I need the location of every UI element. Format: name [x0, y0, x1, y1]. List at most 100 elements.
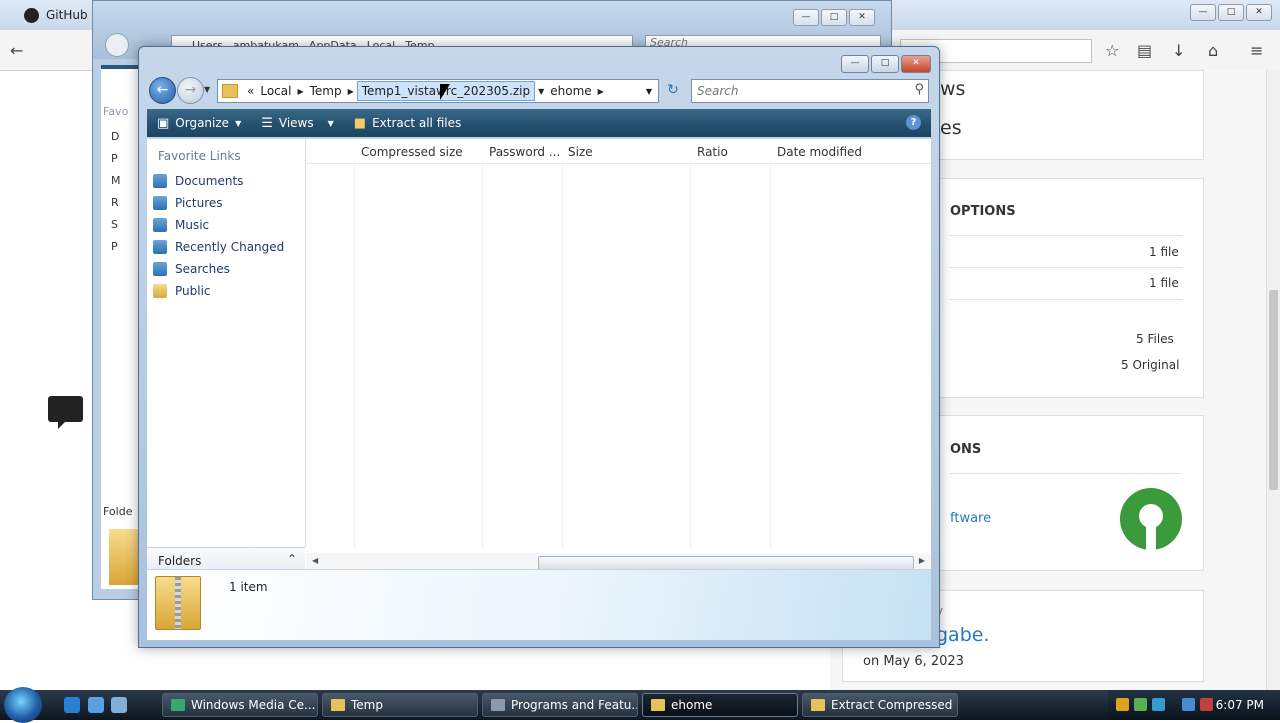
option-value: 1 file	[1149, 245, 1179, 259]
nav-item-public[interactable]: Public	[153, 281, 211, 301]
organize-button[interactable]: ▣ Organize ▼	[147, 116, 251, 131]
maximize-button[interactable]: □	[821, 9, 847, 26]
crumb-chevron-icon[interactable]: ▶	[345, 87, 357, 96]
minimize-button[interactable]: —	[1190, 4, 1216, 21]
nav-item-label: Recently Changed	[175, 240, 285, 254]
minimize-button[interactable]: —	[841, 55, 869, 73]
taskbar-item-extract[interactable]: Extract Compressed ...	[802, 693, 958, 717]
address-dropdown-icon[interactable]: ▼	[640, 87, 658, 96]
taskbar-item-media-center[interactable]: Windows Media Ce...	[162, 693, 318, 717]
column-header-ratio[interactable]: Ratio	[697, 145, 728, 159]
column-header-compressed-size[interactable]: Compressed size	[361, 145, 463, 159]
software-link[interactable]: ftware	[950, 511, 991, 526]
system-tray: 6:07 PM	[1108, 690, 1280, 720]
scroll-right-icon[interactable]: ▶	[919, 556, 925, 565]
back-button[interactable]: ←	[149, 77, 176, 104]
maximize-button[interactable]: □	[1218, 4, 1244, 21]
folders-label: Folders	[158, 554, 202, 568]
show-desktop-icon[interactable]	[88, 697, 104, 713]
chevron-down-icon: ▼	[327, 118, 334, 128]
reading-list-icon[interactable]: ▤	[1137, 41, 1152, 60]
nav-item-searches[interactable]: Searches	[153, 259, 230, 279]
bg-nav-letter[interactable]: S	[111, 218, 118, 231]
author-link[interactable]: gabe.	[936, 624, 990, 646]
item-count: 1 item	[229, 580, 268, 594]
extract-label: Extract all files	[372, 116, 462, 130]
crumb-dropdown-icon[interactable]: ▼	[535, 87, 547, 96]
home-icon[interactable]: ⌂	[1208, 41, 1218, 60]
taskbar-item-programs[interactable]: Programs and Featu...	[482, 693, 638, 717]
views-icon: ☰	[261, 115, 273, 131]
back-icon[interactable]: ←	[10, 41, 23, 60]
views-label: Views	[278, 116, 314, 130]
switch-windows-icon[interactable]	[111, 697, 127, 713]
address-overflow[interactable]: «	[244, 84, 257, 98]
clock[interactable]: 6:07 PM	[1216, 698, 1264, 712]
browser-tab-title: GitHub -	[46, 8, 96, 22]
bookmark-star-icon[interactable]: ☆	[1105, 41, 1119, 60]
views-button[interactable]: ☰ Views ▼	[251, 116, 344, 131]
search-placeholder: Search	[697, 84, 739, 98]
bg-nav-letter[interactable]: M	[111, 174, 121, 187]
crumb-temp[interactable]: Temp	[307, 84, 345, 98]
scroll-left-icon[interactable]: ◀	[312, 556, 318, 565]
scrollbar-thumb[interactable]	[1269, 290, 1278, 490]
update-icon[interactable]	[1134, 698, 1147, 711]
search-icon[interactable]: ⚲	[914, 82, 924, 97]
page-scrollbar[interactable]	[1266, 70, 1280, 690]
bg-nav-letter[interactable]: P	[111, 152, 118, 165]
organize-icon: ▣	[157, 115, 170, 131]
minimize-button[interactable]: —	[793, 9, 819, 26]
crumb-chevron-icon[interactable]: ▶	[294, 87, 306, 96]
close-button[interactable]: ✕	[849, 9, 875, 26]
nav-item-music[interactable]: Music	[153, 215, 209, 235]
taskbar-item-label: Temp	[351, 698, 383, 712]
divider	[950, 299, 1182, 300]
crumb-ehome[interactable]: ehome	[547, 84, 594, 98]
close-button[interactable]: ✕	[901, 55, 931, 73]
forward-button[interactable]: →	[177, 77, 204, 104]
taskbar-item-label: Windows Media Ce...	[191, 698, 316, 712]
bg-folders-label[interactable]: Folde	[103, 505, 132, 518]
taskbar-item-ehome[interactable]: ehome	[642, 693, 798, 717]
security-shield-icon[interactable]	[1116, 698, 1129, 711]
taskbar-item-temp[interactable]: Temp	[322, 693, 478, 717]
maximize-button[interactable]: □	[871, 55, 899, 73]
refresh-icon[interactable]: ↻	[661, 79, 685, 101]
chat-icon[interactable]	[48, 396, 83, 429]
column-header-password[interactable]: Password ...	[489, 145, 560, 159]
extract-all-button[interactable]: ■ Extract all files	[344, 116, 471, 131]
bg-back-icon[interactable]	[105, 33, 129, 57]
help-icon[interactable]: ?	[906, 115, 921, 130]
title-fragment-2: es	[940, 117, 962, 139]
bg-nav-letter[interactable]: R	[111, 196, 119, 209]
download-icon[interactable]: ↓	[1172, 41, 1185, 60]
searches-icon	[153, 262, 167, 276]
close-button[interactable]: ✕	[1246, 4, 1272, 21]
menu-icon[interactable]: ≡	[1250, 41, 1263, 60]
recent-pages-dropdown[interactable]: ▼	[204, 85, 210, 94]
internet-explorer-icon[interactable]	[64, 697, 80, 713]
bg-nav-letter[interactable]: D	[111, 130, 119, 143]
pictures-icon	[153, 196, 167, 210]
file-list[interactable]: Compressed size Password ... Size Ratio …	[306, 139, 931, 573]
folder-icon	[153, 284, 167, 298]
nav-item-documents[interactable]: Documents	[153, 171, 243, 191]
volume-muted-icon[interactable]	[1200, 698, 1213, 711]
crumb-chevron-icon[interactable]: ▶	[595, 87, 607, 96]
start-button[interactable]	[4, 687, 42, 723]
network-icon[interactable]	[1152, 698, 1165, 711]
nav-item-label: Documents	[175, 174, 244, 188]
bg-nav-letter[interactable]: P	[111, 240, 118, 253]
nav-item-label: Public	[175, 284, 211, 298]
crumb-local[interactable]: Local	[257, 84, 294, 98]
column-header-date-modified[interactable]: Date modified	[777, 145, 862, 159]
monitor-icon[interactable]	[1182, 698, 1195, 711]
nav-item-pictures[interactable]: Pictures	[153, 193, 223, 213]
address-bar[interactable]: « Local ▶ Temp ▶ Temp1_vistawrc_202305.z…	[217, 79, 659, 103]
explorer-window[interactable]: — □ ✕ ← → ▼ « Local ▶ Temp ▶ Temp1_vista…	[138, 46, 940, 648]
folder-icon	[331, 699, 345, 711]
search-input[interactable]: Search ⚲	[691, 79, 929, 103]
nav-item-recently-changed[interactable]: Recently Changed	[153, 237, 284, 257]
column-header-size[interactable]: Size	[568, 145, 593, 159]
